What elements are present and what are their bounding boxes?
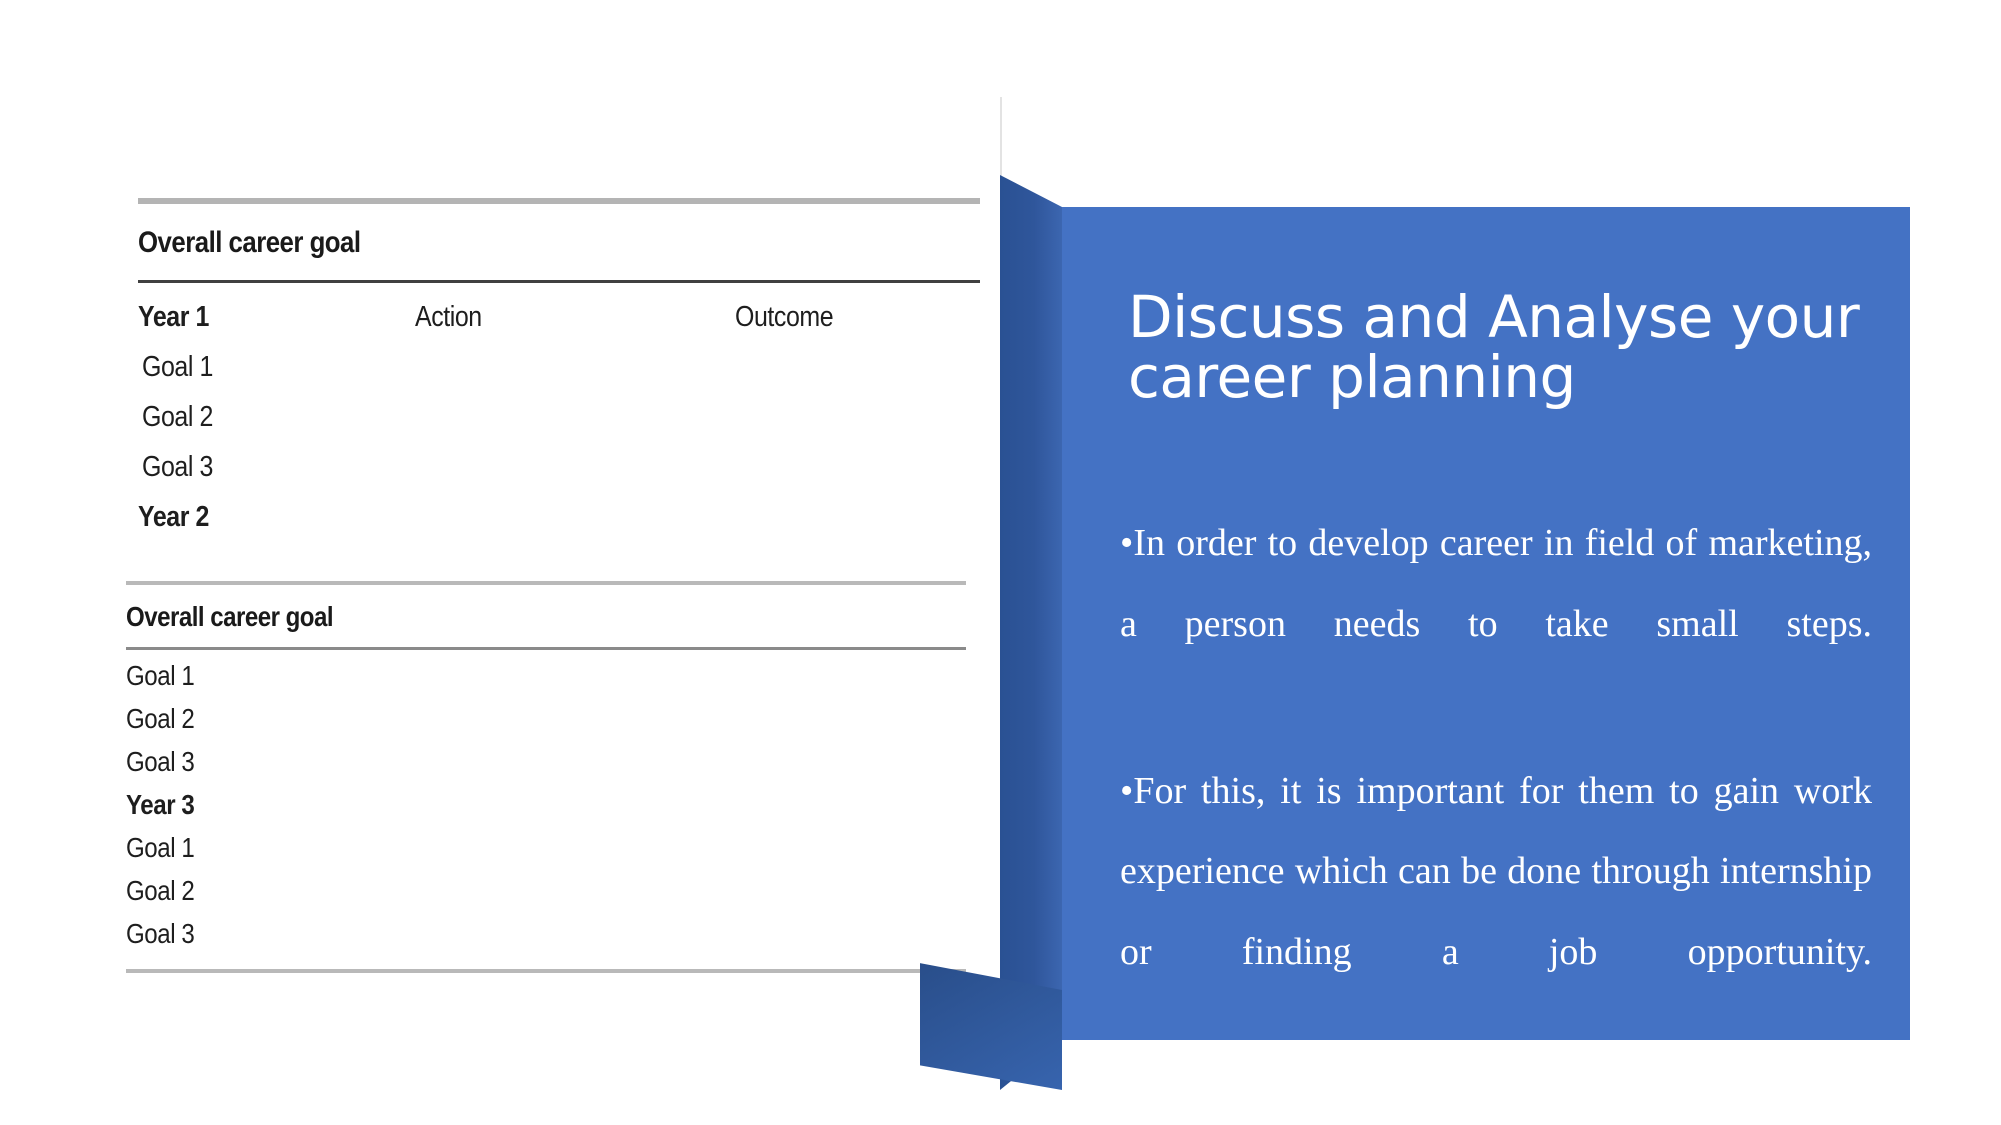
bullet-marker-1: • — [1120, 522, 1134, 564]
bullet-text-1: In order to develop career in field of m… — [1120, 522, 1872, 645]
row-label-goal-1: Goal 1 — [142, 351, 213, 383]
table-row: Goal 2 — [138, 401, 980, 451]
column-header-action: Action — [415, 301, 482, 333]
career-table-block-2-rows: Goal 1 Goal 2 Goal 3 Year 3 Goal 1 Goal … — [126, 650, 966, 961]
bullet-item-1: •In order to develop career in field of … — [1120, 503, 1872, 745]
table-row: Goal 2 — [126, 875, 966, 918]
row-label-year-3: Year 3 — [126, 789, 195, 820]
overall-career-goal-heading-row: Overall career goal — [138, 204, 980, 280]
row-label-goal-2: Goal 2 — [126, 703, 195, 734]
bullet-text-2: For this, it is important for them to ga… — [1120, 769, 1872, 973]
table-row: Goal 3 — [138, 451, 980, 501]
row-label-goal-3: Goal 3 — [142, 451, 213, 483]
table-row: Goal 1 — [138, 351, 980, 401]
overall-career-goal-heading: Overall career goal — [138, 226, 361, 259]
career-table-block-2: Overall career goal Goal 1 Goal 2 Goal 3… — [126, 581, 966, 973]
table-row: Goal 3 — [126, 746, 966, 789]
career-table-block-1-rows: Year 1 Action Outcome Goal 1 Goal 2 Goal… — [138, 283, 980, 551]
table-rule-bottom — [126, 969, 966, 973]
panel-side-face — [1000, 175, 1062, 1090]
overall-career-goal-heading-row-2: Overall career goal — [126, 585, 966, 647]
table-row: Year 2 — [138, 501, 980, 551]
bullet-marker-2: • — [1120, 769, 1134, 812]
column-header-outcome: Outcome — [735, 301, 834, 333]
row-label-goal-3-year3: Goal 3 — [126, 918, 195, 949]
row-label-goal-3: Goal 3 — [126, 746, 195, 777]
row-label-year-1: Year 1 — [138, 301, 209, 333]
slide-canvas: Overall career goal Year 1 Action Outcom… — [0, 0, 2001, 1125]
table-row: Goal 1 — [126, 660, 966, 703]
panel-content: Discuss and Analyse your career planning… — [1062, 207, 1910, 1040]
career-plan-table-graphic: Overall career goal Year 1 Action Outcom… — [0, 0, 1010, 1125]
table-row: Year 1 Action Outcome — [138, 301, 980, 351]
panel-bullet-list: •In order to develop career in field of … — [1120, 503, 1872, 1079]
panel-title: Discuss and Analyse your career planning — [1128, 283, 1860, 411]
row-label-goal-2: Goal 2 — [142, 401, 213, 433]
row-label-goal-1-year3: Goal 1 — [126, 832, 195, 863]
row-label-year-2: Year 2 — [138, 501, 209, 533]
bullet-item-2: •For this, it is important for them to g… — [1120, 751, 1872, 1073]
table-row: Goal 3 — [126, 918, 966, 961]
table-row: Year 3 — [126, 789, 966, 832]
blue-content-panel: Discuss and Analyse your career planning… — [920, 150, 1930, 1110]
career-table-block-1: Overall career goal Year 1 Action Outcom… — [138, 198, 980, 551]
table-row: Goal 2 — [126, 703, 966, 746]
overall-career-goal-heading-2: Overall career goal — [126, 601, 334, 632]
table-row: Goal 1 — [126, 832, 966, 875]
row-label-goal-2-year3: Goal 2 — [126, 875, 195, 906]
row-label-goal-1: Goal 1 — [126, 660, 195, 691]
